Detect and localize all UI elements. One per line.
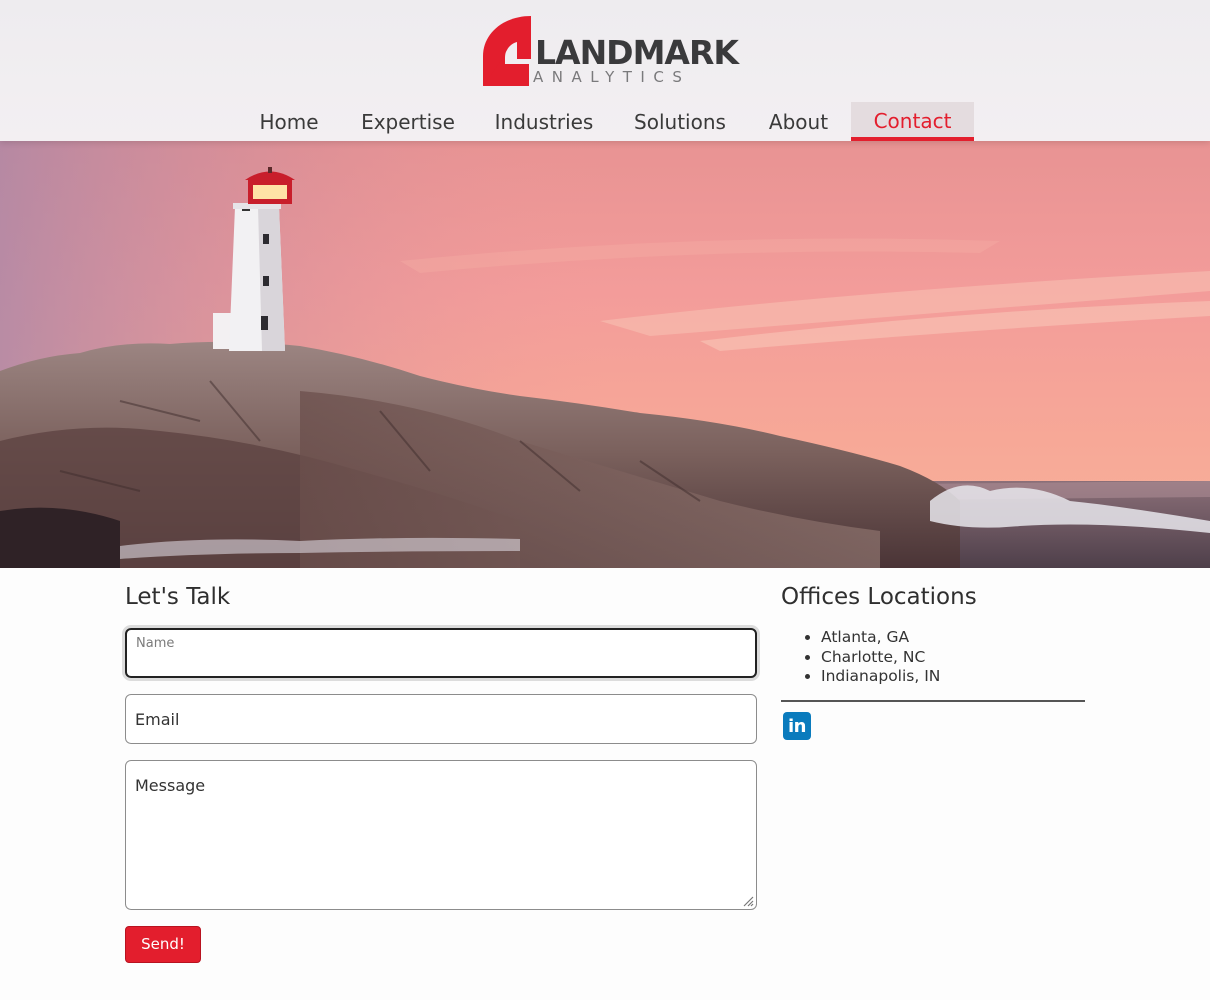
resize-grip-icon[interactable] <box>742 895 754 907</box>
contact-title: Let's Talk <box>125 584 231 610</box>
email-field-label: Email <box>135 710 180 729</box>
message-field-label: Message <box>135 776 206 795</box>
nav-item-expertise[interactable]: Expertise <box>343 102 473 141</box>
name-field-label: Name <box>136 636 175 651</box>
offices-divider <box>781 700 1085 702</box>
message-field[interactable]: Message <box>125 760 757 910</box>
linkedin-icon-text: in <box>788 716 806 737</box>
nav-item-industries[interactable]: Industries <box>477 102 611 141</box>
name-field[interactable]: Name <box>125 628 757 678</box>
linkedin-icon[interactable]: in <box>783 712 811 740</box>
send-button[interactable]: Send! <box>125 926 201 963</box>
nav-item-home[interactable]: Home <box>238 102 340 141</box>
brand-name: LANDMARK <box>535 33 739 72</box>
brand-tagline: ANALYTICS <box>533 68 691 86</box>
hero-banner <box>0 141 1210 568</box>
site-header: LANDMARK ANALYTICS Home Expertise Indust… <box>0 0 1210 141</box>
nav-item-contact[interactable]: Contact <box>851 102 974 141</box>
main-nav: Home Expertise Industries Solutions Abou… <box>0 102 1210 141</box>
office-locations-list: Atlanta, GA Charlotte, NC Indianapolis, … <box>805 628 940 687</box>
landmark-logo[interactable]: LANDMARK ANALYTICS <box>483 16 739 88</box>
nav-item-solutions[interactable]: Solutions <box>615 102 745 141</box>
office-location-item: Charlotte, NC <box>821 648 940 668</box>
lighthouse-hero-image <box>0 141 1210 568</box>
office-location-item: Indianapolis, IN <box>821 667 940 687</box>
offices-title: Offices Locations <box>781 584 977 610</box>
email-field[interactable]: Email <box>125 694 757 744</box>
nav-item-about[interactable]: About <box>750 102 847 141</box>
office-location-item: Atlanta, GA <box>821 628 940 648</box>
